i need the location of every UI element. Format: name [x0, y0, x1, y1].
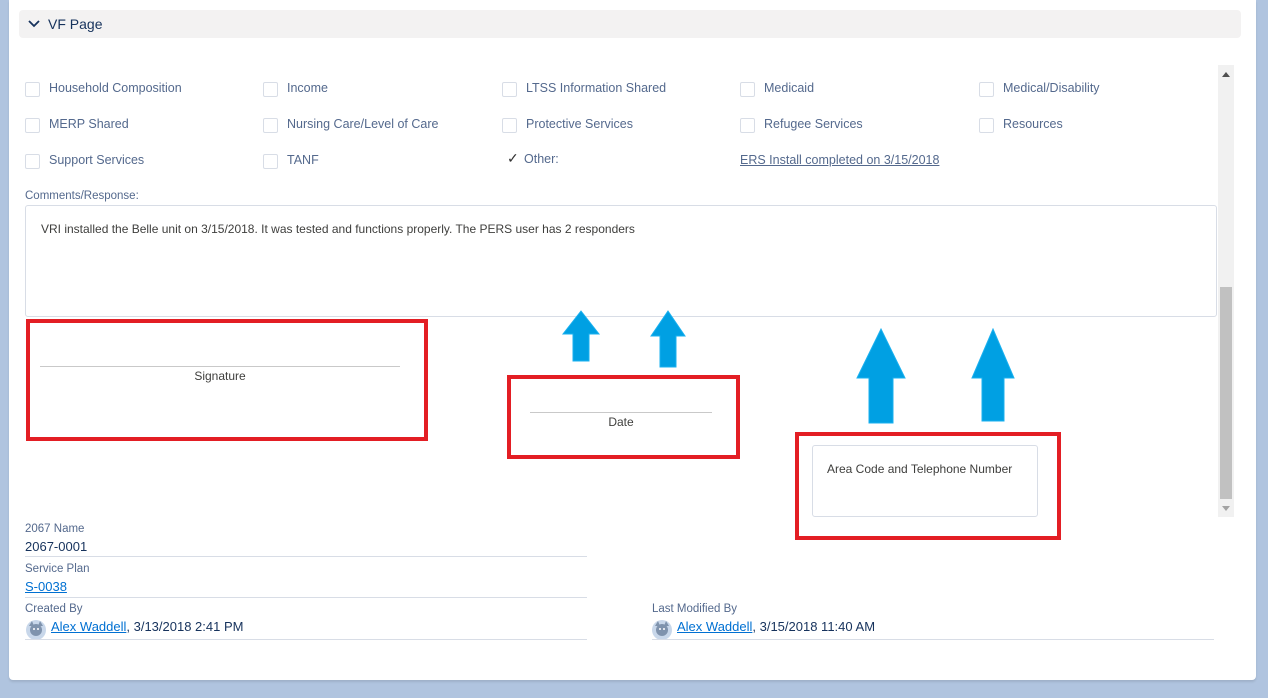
arrow-up-annotation-icon: [561, 310, 601, 362]
field-divider: [25, 639, 587, 640]
checkbox-icon[interactable]: [502, 82, 517, 97]
arrow-up-annotation-icon: [650, 310, 686, 368]
comments-label: Comments/Response:: [25, 190, 139, 202]
checkbox-icon[interactable]: [979, 118, 994, 133]
checkbox-label: Support Services: [49, 153, 145, 167]
last-modified-by-label: Last Modified By: [652, 603, 738, 615]
modified-by-user-link[interactable]: Alex Waddell: [677, 619, 752, 634]
annotation-box-phone: [795, 432, 1061, 540]
checkbox-label: MERP Shared: [49, 117, 129, 131]
section-header-vf-page[interactable]: VF Page: [19, 10, 1241, 38]
user-avatar-icon[interactable]: [26, 620, 46, 640]
checkbox-icon[interactable]: [25, 118, 40, 133]
checkbox-icon[interactable]: [502, 118, 517, 133]
checkbox-icon[interactable]: [263, 154, 278, 169]
checkbox-label: TANF: [287, 153, 319, 167]
created-by-user-link[interactable]: Alex Waddell: [51, 619, 126, 634]
created-by-label: Created By: [25, 603, 83, 615]
name-field-value: 2067-0001: [25, 539, 88, 554]
user-avatar-icon[interactable]: [652, 620, 672, 640]
checkbox-icon[interactable]: [263, 82, 278, 97]
comments-textbox[interactable]: VRI installed the Belle unit on 3/15/201…: [25, 205, 1217, 317]
name-field-label: 2067 Name: [25, 523, 85, 535]
created-by-date: , 3/13/2018 2:41 PM: [126, 619, 244, 634]
scrollbar-thumb[interactable]: [1220, 287, 1232, 499]
annotation-box-signature: [26, 319, 428, 441]
checkbox-label: LTSS Information Shared: [526, 81, 667, 95]
checkbox-label: Nursing Care/Level of Care: [287, 117, 439, 131]
checkbox-icon[interactable]: [25, 154, 40, 169]
checkbox-label: Resources: [1003, 117, 1063, 131]
checkbox-icon[interactable]: [979, 82, 994, 97]
checkbox-icon[interactable]: [740, 82, 755, 97]
section-title: VF Page: [48, 16, 103, 32]
checkbox-label: Refugee Services: [764, 117, 863, 131]
other-value: ERS Install completed on 3/15/2018: [740, 153, 940, 167]
scroll-up-icon[interactable]: [1222, 72, 1230, 77]
annotation-box-date: [507, 375, 740, 459]
created-by-value: Alex Waddell, 3/13/2018 2:41 PM: [51, 619, 243, 634]
checkbox-label: Medical/Disability: [1003, 81, 1100, 95]
last-modified-by-value: Alex Waddell, 3/15/2018 11:40 AM: [677, 619, 875, 634]
vf-scrollbar[interactable]: [1218, 65, 1234, 517]
comments-text: VRI installed the Belle unit on 3/15/201…: [41, 222, 635, 236]
arrow-up-annotation-icon: [971, 328, 1015, 422]
checkbox-label: Protective Services: [526, 117, 633, 131]
field-divider: [652, 639, 1214, 640]
arrow-up-annotation-icon: [856, 328, 906, 424]
checkbox-label: Other:: [524, 152, 559, 166]
checkbox-icon[interactable]: [25, 82, 40, 97]
checkbox-icon[interactable]: [263, 118, 278, 133]
service-plan-label: Service Plan: [25, 563, 90, 575]
checkbox-label: Household Composition: [49, 81, 182, 95]
checkmark-icon[interactable]: ✓: [507, 150, 519, 167]
checkbox-label: Medicaid: [764, 81, 815, 95]
field-divider: [25, 556, 587, 557]
checkbox-label: Income: [287, 81, 328, 95]
field-divider: [25, 597, 587, 598]
service-plan-link[interactable]: S-0038: [25, 579, 67, 594]
chevron-down-icon[interactable]: [28, 19, 40, 29]
modified-by-date: , 3/15/2018 11:40 AM: [752, 619, 876, 634]
checkbox-icon[interactable]: [740, 118, 755, 133]
scroll-down-icon[interactable]: [1222, 506, 1230, 511]
